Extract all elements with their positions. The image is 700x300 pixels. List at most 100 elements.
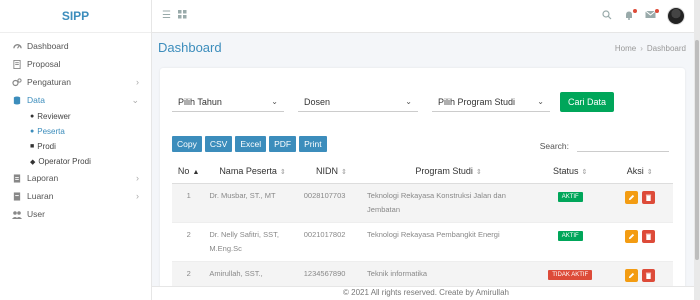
column-header-prodi[interactable]: Program Studi ⇕ <box>363 159 535 184</box>
cari-data-button[interactable]: Cari Data <box>560 92 615 112</box>
avatar[interactable] <box>667 7 685 25</box>
copy-button[interactable]: Copy <box>172 136 202 152</box>
prodi-select-value: Pilih Program Studi <box>438 97 516 107</box>
sidebar-item-label: Proposal <box>27 59 61 69</box>
cell-status: AKTIF <box>534 183 607 223</box>
pencil-icon <box>628 194 634 200</box>
column-header-nidn[interactable]: NIDN ⇕ <box>299 159 364 184</box>
table-row: 1 Dr. Musbar, ST., MT 0028107703 Teknolo… <box>172 183 673 223</box>
breadcrumb-home[interactable]: Home <box>615 44 636 53</box>
delete-button[interactable] <box>641 190 655 204</box>
sidebar-item-proposal[interactable]: Proposal <box>0 55 151 73</box>
trash-icon <box>645 272 651 279</box>
submenu-item-operator-prodi[interactable]: ◆ Operator Prodi <box>0 154 151 169</box>
cell-nidn: 0028107703 <box>299 183 364 223</box>
sort-asc-icon: ▲ <box>192 168 200 176</box>
sidebar-item-laporan[interactable]: Laporan › <box>0 169 151 187</box>
sidebar-item-label: Luaran <box>27 191 54 201</box>
chevron-down-icon: ⌄ <box>405 97 412 106</box>
column-header-no[interactable]: No ▲ <box>172 159 206 184</box>
sidebar-item-label: User <box>27 209 45 219</box>
delete-button[interactable] <box>641 229 655 243</box>
filter-bar: Pilih Tahun ⌄ Dosen ⌄ Pilih Program Stud… <box>172 92 673 112</box>
submenu-item-reviewer[interactable]: ● Reviewer <box>0 109 151 124</box>
prodi-select[interactable]: Pilih Program Studi ⌄ <box>432 92 550 112</box>
hamburger-menu-icon[interactable]: ☰ <box>162 10 171 21</box>
cell-aksi <box>606 261 673 288</box>
sidebar-item-label: Dashboard <box>27 41 69 51</box>
print-button[interactable]: Print <box>299 136 327 152</box>
status-badge: AKTIF <box>557 191 583 202</box>
building-icon: ■ <box>30 143 35 150</box>
export-buttons: Copy CSV Excel PDF Print <box>172 136 327 152</box>
cell-status: TIDAK AKTIF <box>534 261 607 288</box>
sort-icon: ⇕ <box>581 168 588 176</box>
cell-nama: Amirullah, SST., <box>205 261 300 288</box>
cell-no: 2 <box>172 222 206 262</box>
chevron-down-icon: ⌄ <box>131 94 139 105</box>
submenu-item-label: Prodi <box>37 142 56 151</box>
chevron-right-icon: › <box>136 77 139 87</box>
cell-nidn: 0021017802 <box>299 222 364 262</box>
status-badge: AKTIF <box>557 230 583 241</box>
cell-no: 2 <box>172 261 206 288</box>
table-row: 2 Amirullah, SST., 1234567890 Teknik inf… <box>172 261 673 288</box>
trash-icon <box>645 233 651 240</box>
sidebar-item-luaran[interactable]: Luaran › <box>0 187 151 205</box>
scrollbar-thumb[interactable] <box>695 40 699 260</box>
pdf-button[interactable]: PDF <box>269 136 297 152</box>
sort-icon: ⇕ <box>646 168 653 176</box>
column-header-status[interactable]: Status ⇕ <box>534 159 607 184</box>
chevron-right-icon: › <box>640 44 643 53</box>
pencil-icon <box>628 233 634 239</box>
delete-button[interactable] <box>641 268 655 282</box>
column-header-nama[interactable]: Nama Peserta ⇕ <box>205 159 300 184</box>
chevron-down-icon: ⌄ <box>271 97 278 106</box>
search-icon[interactable] <box>602 10 612 23</box>
trash-icon <box>645 194 651 201</box>
search-input[interactable] <box>577 139 669 152</box>
column-header-aksi[interactable]: Aksi ⇕ <box>606 159 673 184</box>
sort-icon: ⇕ <box>475 168 482 176</box>
sidebar-item-user[interactable]: User <box>0 205 151 223</box>
footer-text: © 2021 All rights reserved. Create by Am… <box>343 288 509 297</box>
status-badge: TIDAK AKTIF <box>548 269 593 280</box>
grid-icon[interactable] <box>178 10 187 22</box>
user-icon: ● <box>30 113 35 120</box>
dashboard-icon <box>12 41 22 51</box>
sidebar-item-dashboard[interactable]: Dashboard <box>0 37 151 55</box>
sort-icon: ⇕ <box>340 168 347 176</box>
cell-aksi <box>606 222 673 262</box>
tahun-select[interactable]: Pilih Tahun ⌄ <box>172 92 284 112</box>
user-icon: ● <box>30 128 35 135</box>
edit-button[interactable] <box>624 229 638 243</box>
submenu-item-peserta[interactable]: ● Peserta <box>0 124 151 139</box>
top-navbar: ☰ <box>152 0 700 33</box>
brand-logo[interactable]: SIPP <box>0 0 151 33</box>
sidebar-item-label: Laporan <box>27 173 59 183</box>
edit-button[interactable] <box>624 268 638 282</box>
table-row: 2 Dr. Nelly Safitri, SST, M.Eng.Sc 00210… <box>172 222 673 262</box>
sidebar-item-label: Pengaturan <box>27 77 71 87</box>
csv-button[interactable]: CSV <box>204 136 233 152</box>
mail-icon[interactable] <box>645 9 659 22</box>
pencil-icon <box>628 272 634 278</box>
submenu-item-prodi[interactable]: ■ Prodi <box>0 139 151 154</box>
sidebar-item-pengaturan[interactable]: Pengaturan › <box>0 73 151 91</box>
database-icon <box>12 95 22 105</box>
sidebar-item-data[interactable]: Data ⌄ <box>0 91 151 109</box>
dosen-select[interactable]: Dosen ⌄ <box>298 92 418 112</box>
edit-button[interactable] <box>624 190 638 204</box>
page-scrollbar[interactable] <box>694 0 700 300</box>
tahun-select-value: Pilih Tahun <box>178 97 222 107</box>
sidebar: SIPP Dashboard Proposal Pengaturan › Dat <box>0 0 152 300</box>
cogs-icon <box>12 77 22 87</box>
data-card: Pilih Tahun ⌄ Dosen ⌄ Pilih Program Stud… <box>160 68 685 300</box>
breadcrumb-current: Dashboard <box>646 44 686 53</box>
excel-button[interactable]: Excel <box>235 136 267 152</box>
cell-prodi: Teknik informatika <box>363 261 535 288</box>
bell-icon[interactable] <box>624 9 637 23</box>
cell-prodi: Teknologi Rekayasa Konstruksi Jalan dan … <box>363 183 535 223</box>
cell-prodi: Teknologi Rekayasa Pembangkit Energi <box>363 222 535 262</box>
peserta-table: No ▲ Nama Peserta ⇕ NIDN ⇕ Program Studi ⇕ S… <box>172 159 673 288</box>
